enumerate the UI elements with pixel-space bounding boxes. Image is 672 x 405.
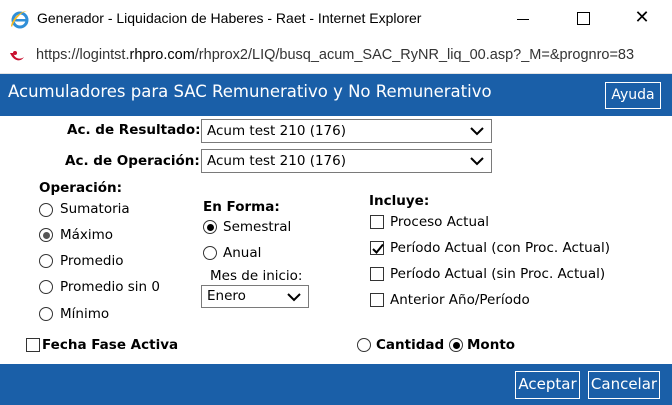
operacion-ac-select[interactable]: Acum test 210 (176) <box>201 149 492 173</box>
option-proceso-actual: Proceso Actual <box>390 214 490 230</box>
checkmark-icon <box>372 243 384 254</box>
footer-bar: Aceptar Cancelar <box>0 364 672 405</box>
chevron-down-icon <box>470 157 484 166</box>
radio-cantidad[interactable] <box>357 338 371 352</box>
help-button[interactable]: Ayuda <box>605 82 661 109</box>
window-title: Generador - Liquidacion de Haberes - Rae… <box>37 10 422 26</box>
mes-inicio-label: Mes de inicio: <box>210 268 303 284</box>
internet-explorer-icon <box>9 8 31 30</box>
window-titlebar: Generador - Liquidacion de Haberes - Rae… <box>0 0 672 38</box>
option-monto: Monto <box>467 337 516 353</box>
resultado-label: Ac. de Resultado: <box>67 122 201 138</box>
checkbox-periodo-actual-con[interactable] <box>370 241 384 255</box>
radio-monto[interactable] <box>449 338 463 352</box>
option-periodo-actual-sin: Período Actual (sin Proc. Actual) <box>390 266 606 282</box>
url-domain: rhpro.com <box>129 47 195 63</box>
option-anual: Anual <box>223 245 262 261</box>
option-cantidad: Cantidad <box>376 337 445 353</box>
url-prefix: https://logintst. <box>36 47 130 63</box>
page-title: Acumuladores para SAC Remunerativo y No … <box>8 82 492 101</box>
option-semestral: Semestral <box>223 219 292 235</box>
cancel-button[interactable]: Cancelar <box>588 371 660 399</box>
radio-semestral[interactable] <box>203 220 217 234</box>
resultado-select[interactable]: Acum test 210 (176) <box>201 119 492 143</box>
checkbox-proceso-actual[interactable] <box>370 215 384 229</box>
radio-sumatoria[interactable] <box>39 203 53 217</box>
option-sumatoria: Sumatoria <box>60 201 130 217</box>
chevron-down-icon <box>287 293 301 302</box>
checkbox-fecha-fase-activa[interactable] <box>26 338 40 352</box>
radio-promedio-sin-0[interactable] <box>39 280 53 294</box>
site-favicon-icon <box>9 48 25 64</box>
url-suffix: /rhprox2/LIQ/busq_acum_SAC_RyNR_liq_00.a… <box>194 47 635 63</box>
maximize-button[interactable] <box>574 9 594 29</box>
forma-label: En Forma: <box>203 199 280 215</box>
option-minimo: Mínimo <box>60 306 110 322</box>
radio-promedio[interactable] <box>39 254 53 268</box>
option-periodo-actual-con: Período Actual (con Proc. Actual) <box>390 240 611 256</box>
fecha-fase-activa-label: Fecha Fase Activa <box>42 337 179 353</box>
checkbox-anterior-anio[interactable] <box>370 293 384 307</box>
page-header: Acumuladores para SAC Remunerativo y No … <box>0 74 672 116</box>
option-anterior-anio: Anterior Año/Período <box>390 292 530 308</box>
close-button[interactable]: ✕ <box>632 9 652 29</box>
url-field[interactable]: https://logintst.rhpro.com/rhprox2/LIQ/b… <box>36 47 656 63</box>
operacion-ac-label: Ac. de Operación: <box>65 153 200 169</box>
operacion-ac-value: Acum test 210 (176) <box>207 153 346 169</box>
operacion-label: Operación: <box>39 180 122 196</box>
radio-minimo[interactable] <box>39 307 53 321</box>
radio-maximo[interactable] <box>39 228 53 242</box>
mes-inicio-select[interactable]: Enero <box>201 285 309 308</box>
option-promedio: Promedio <box>60 253 124 269</box>
resultado-value: Acum test 210 (176) <box>207 123 346 139</box>
chevron-down-icon <box>470 127 484 136</box>
accept-button[interactable]: Aceptar <box>515 371 580 399</box>
minimize-button[interactable] <box>514 9 534 29</box>
radio-anual[interactable] <box>203 246 217 260</box>
checkbox-periodo-actual-sin[interactable] <box>370 267 384 281</box>
incluye-label: Incluye: <box>369 193 430 209</box>
option-promedio-sin-0: Promedio sin 0 <box>60 279 160 295</box>
address-bar: https://logintst.rhpro.com/rhprox2/LIQ/b… <box>0 38 672 104</box>
option-maximo: Máximo <box>60 227 114 243</box>
mes-inicio-value: Enero <box>207 288 246 304</box>
